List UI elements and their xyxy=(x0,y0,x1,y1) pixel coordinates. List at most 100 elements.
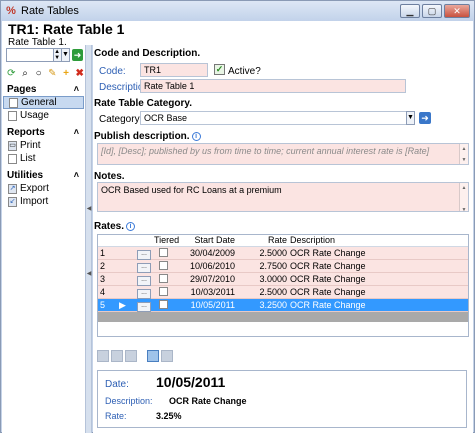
go-icon[interactable]: ➜ xyxy=(72,49,83,61)
row-ellipsis-button[interactable]: ... xyxy=(137,275,151,286)
grid-navigator xyxy=(97,349,173,363)
nav-first-icon[interactable] xyxy=(97,350,109,362)
memo-scrollbar[interactable]: ▲ ▼ xyxy=(459,144,468,164)
detail-rate-label: Rate: xyxy=(105,411,127,421)
row-number: 2 xyxy=(100,261,106,271)
print-icon: ▭ xyxy=(8,140,17,151)
info-icon[interactable]: i xyxy=(191,132,201,141)
grid-view-icon[interactable] xyxy=(147,350,159,362)
page-icon xyxy=(9,97,18,108)
edit-pencil-icon[interactable]: ✎ xyxy=(47,68,58,79)
detail-rate-value: 3.25% xyxy=(156,411,182,421)
notes-memo[interactable]: OCR Based used for RC Loans at a premium… xyxy=(97,182,469,213)
description-input[interactable]: Rate Table 1 xyxy=(140,79,406,93)
detail-description-value: OCR Rate Change xyxy=(169,396,247,406)
sidebar-item-usage[interactable]: Usage xyxy=(2,109,85,122)
sidebar-item-print[interactable]: ▭ Print xyxy=(2,139,85,152)
start-date-cell: 29/07/2010 xyxy=(189,274,235,284)
current-row-indicator-icon: ▶ xyxy=(119,299,126,310)
sidebar-item-label: List xyxy=(20,153,36,164)
rate-row[interactable]: 4... 10/03/2011 2.5000 OCR Rate Change xyxy=(98,286,468,299)
maximize-button[interactable]: ▢ xyxy=(422,4,442,18)
code-input[interactable]: TR1 xyxy=(140,63,208,77)
rate-row[interactable]: 1... 30/04/2009 2.5000 OCR Rate Change xyxy=(98,247,468,260)
rate-row[interactable]: 3... 29/07/2010 3.0000 OCR Rate Change xyxy=(98,273,468,286)
pages-section-header[interactable]: Pages ˄ xyxy=(2,82,85,96)
description-cell: OCR Rate Change xyxy=(290,274,366,284)
utilities-section-label: Utilities xyxy=(7,169,44,181)
record-selector-combo[interactable] xyxy=(6,48,54,62)
start-date-column-header[interactable]: Start Date xyxy=(187,235,235,246)
rates-grid-header: Tiered Start Date Rate Description xyxy=(98,235,468,247)
nav-next-icon[interactable] xyxy=(125,350,137,362)
delete-icon[interactable]: ✖ xyxy=(74,68,85,79)
tiered-column-header[interactable]: Tiered xyxy=(151,235,187,246)
rate-column-header[interactable]: Rate xyxy=(235,235,287,246)
collapse-chevron-icon[interactable]: ˄ xyxy=(74,127,79,137)
detail-description-label: Description: xyxy=(105,396,153,406)
import-icon: ↙ xyxy=(8,196,17,207)
refresh-icon[interactable]: ⟳ xyxy=(6,68,17,79)
reports-section-header[interactable]: Reports ˄ xyxy=(2,125,85,139)
record-header: TR1: Rate Table 1 Rate Table 1. xyxy=(2,21,473,48)
description-cell: OCR Rate Change xyxy=(290,261,366,271)
record-dropdown-button[interactable]: ▼ xyxy=(61,48,71,62)
row-ellipsis-button[interactable]: ... xyxy=(137,249,151,260)
collapse-chevron-icon[interactable]: ˄ xyxy=(74,84,79,94)
rate-cell: 3.2500 xyxy=(259,300,287,310)
publish-description-memo[interactable]: [Id], [Desc]; published by us from time … xyxy=(97,143,469,165)
card-view-icon[interactable] xyxy=(161,350,173,362)
row-ellipsis-button[interactable]: ... xyxy=(137,288,151,299)
category-label: Category: xyxy=(99,114,143,125)
page-icon xyxy=(8,110,17,121)
rate-row[interactable]: 5 ▶... 10/05/2011 3.2500 OCR Rate Change xyxy=(98,299,468,312)
description-cell: OCR Rate Change xyxy=(290,248,366,258)
code-description-heading: Code and Description. xyxy=(94,48,201,59)
sidebar-item-label: Print xyxy=(20,140,41,151)
splitter-arrow-icon[interactable]: ◀ xyxy=(86,270,92,277)
minimize-button[interactable]: ▁ xyxy=(400,4,420,18)
active-checkbox[interactable]: ✓ xyxy=(214,64,225,75)
add-icon[interactable]: + xyxy=(61,68,72,79)
nav-prev-icon[interactable] xyxy=(111,350,123,362)
sidebar-item-export[interactable]: ↗ Export xyxy=(2,182,85,195)
code-label: Code: xyxy=(99,66,126,77)
search-icon[interactable]: ○ xyxy=(33,68,44,79)
sidebar-item-label: Usage xyxy=(20,110,49,121)
collapse-chevron-icon[interactable]: ˄ xyxy=(74,170,79,180)
category-select[interactable]: OCR Base xyxy=(140,111,415,125)
sidebar-item-import[interactable]: ↙ Import xyxy=(2,195,85,208)
sidebar-item-list[interactable]: List xyxy=(2,152,85,165)
notes-text: OCR Based used for RC Loans at a premium xyxy=(101,185,282,195)
panel-splitter[interactable]: ◀ ◀ xyxy=(86,45,92,433)
rate-cell: 3.0000 xyxy=(259,274,287,284)
info-icon[interactable]: i xyxy=(126,222,136,231)
rate-row[interactable]: 2... 10/06/2010 2.7500 OCR Rate Change xyxy=(98,260,468,273)
splitter-arrow-icon[interactable]: ◀ xyxy=(86,205,92,212)
utilities-section-header[interactable]: Utilities ˄ xyxy=(2,168,85,182)
tiered-checkbox[interactable] xyxy=(159,273,168,283)
tiered-checkbox[interactable] xyxy=(159,286,168,296)
memo-scrollbar[interactable]: ▲ ▼ xyxy=(459,183,468,213)
tiered-checkbox[interactable] xyxy=(159,260,168,270)
row-ellipsis-button[interactable]: ... xyxy=(137,262,151,273)
tiered-checkbox[interactable] xyxy=(159,247,168,257)
record-spin-buttons[interactable]: ▲ ▼ xyxy=(53,48,62,62)
export-icon: ↗ xyxy=(8,183,17,194)
tiered-checkbox[interactable] xyxy=(159,299,168,309)
list-icon xyxy=(8,153,17,164)
close-button[interactable]: ✕ xyxy=(444,4,470,18)
description-column-header[interactable]: Description xyxy=(287,235,468,246)
category-dropdown-button[interactable]: ▼ xyxy=(406,111,415,125)
navigation-sidebar: ▲ ▼ ▼ ➜ ⟳ ⌕ ○ ✎ + ✖ Pages ˄ General Usage… xyxy=(2,45,86,433)
title-bar[interactable]: % Rate Tables ▁ ▢ ✕ xyxy=(1,1,474,21)
row-ellipsis-button[interactable]: ... xyxy=(137,301,151,312)
open-category-icon[interactable]: ➜ xyxy=(419,112,431,124)
start-date-cell: 10/03/2011 xyxy=(190,287,235,297)
record-title: TR1: Rate Table 1 xyxy=(8,21,125,37)
rates-grid[interactable]: Tiered Start Date Rate Description 1... 3… xyxy=(97,234,469,337)
sidebar-item-general[interactable]: General xyxy=(3,96,84,109)
description-cell: OCR Rate Change xyxy=(290,300,366,310)
detail-date-value: 10/05/2011 xyxy=(156,374,226,390)
find-icon[interactable]: ⌕ xyxy=(20,68,31,79)
